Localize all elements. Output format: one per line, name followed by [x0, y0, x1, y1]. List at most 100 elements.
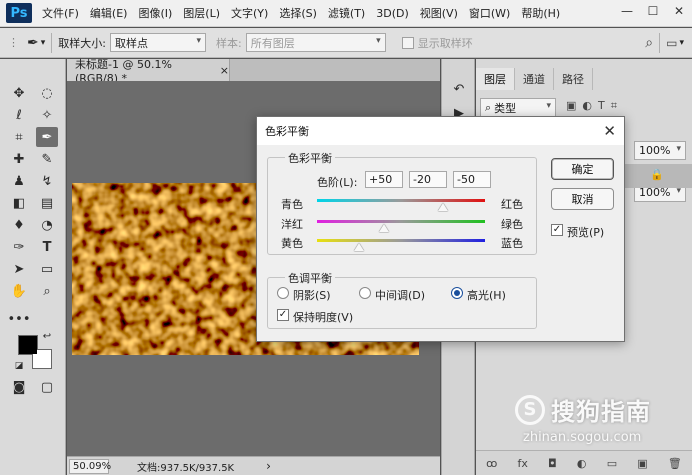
- preview-label[interactable]: 预览(P): [567, 224, 604, 240]
- radio-highlights[interactable]: [451, 287, 463, 299]
- quick-mask-icon[interactable]: ◙: [8, 377, 30, 397]
- sogou-logo-icon: S: [515, 394, 545, 425]
- show-ring-checkbox[interactable]: [401, 36, 414, 49]
- dodge-tool-icon[interactable]: ◔: [36, 215, 58, 235]
- layers-bottom-bar: ꝏ fx ◘ ◐ ▭ ▣ 🗑: [476, 450, 692, 475]
- menu-select[interactable]: 选择(S): [279, 5, 317, 21]
- dialog-titlebar[interactable]: 色彩平衡 ✕: [257, 117, 624, 145]
- layer-kind-filter[interactable]: ⌕ 类型 ▾: [480, 98, 556, 117]
- delete-layer-icon[interactable]: 🗑: [668, 457, 682, 470]
- preview-checkbox[interactable]: ✓: [551, 224, 563, 236]
- chevron-down-icon[interactable]: ▾: [679, 38, 684, 48]
- close-icon[interactable]: ×: [220, 64, 229, 77]
- layer-mask-icon[interactable]: ◘: [548, 457, 557, 470]
- opacity-field[interactable]: 100% ▾: [634, 141, 686, 160]
- cancel-button[interactable]: 取消: [551, 188, 614, 210]
- healing-brush-tool-icon[interactable]: ✚: [8, 149, 30, 169]
- tab-paths[interactable]: 路径: [554, 68, 593, 90]
- gradient-tool-icon[interactable]: ▤: [36, 193, 58, 213]
- zoom-tool-icon[interactable]: ⌕: [36, 281, 58, 301]
- menu-layer[interactable]: 图层(L): [183, 5, 220, 21]
- eyedropper-icon[interactable]: ✒: [27, 35, 39, 51]
- menu-image[interactable]: 图像(I): [138, 5, 172, 21]
- move-tool-icon[interactable]: ✥: [8, 83, 30, 103]
- cyan-red-slider-thumb[interactable]: [438, 203, 448, 211]
- radio-midtones[interactable]: [359, 287, 371, 299]
- path-selection-tool-icon[interactable]: ➤: [8, 259, 30, 279]
- chevron-down-icon[interactable]: ▾: [41, 38, 46, 48]
- history-panel-icon[interactable]: ↶: [448, 79, 470, 99]
- close-icon[interactable]: ✕: [603, 122, 616, 140]
- lasso-tool-icon[interactable]: ℓ: [8, 105, 30, 125]
- menu-file[interactable]: 文件(F): [42, 5, 79, 21]
- menu-help[interactable]: 帮助(H): [521, 5, 560, 21]
- adjustment-layer-icon[interactable]: ◐: [577, 457, 587, 470]
- menu-window[interactable]: 窗口(W): [469, 5, 510, 21]
- tab-channels[interactable]: 通道: [515, 68, 554, 90]
- swap-colors-icon[interactable]: ↩: [40, 329, 54, 343]
- workspace-icon[interactable]: ▭: [666, 36, 677, 50]
- menu-type[interactable]: 文字(Y): [231, 5, 268, 21]
- eraser-tool-icon[interactable]: ◧: [8, 193, 30, 213]
- close-window-button[interactable]: ✕: [666, 0, 692, 22]
- tab-layers[interactable]: 图层: [476, 68, 515, 90]
- magic-wand-tool-icon[interactable]: ✧: [36, 105, 58, 125]
- rectangle-tool-icon[interactable]: ▭: [36, 259, 58, 279]
- color-balance-dialog: 色彩平衡 ✕ 色彩平衡 色阶(L): +50 -20 -50 青色 红色 洋红 …: [256, 116, 625, 342]
- preserve-luminosity-label[interactable]: 保持明度(V): [293, 309, 353, 325]
- new-layer-icon[interactable]: ▣: [637, 457, 647, 470]
- magenta-green-slider-track[interactable]: [317, 220, 485, 223]
- tone-balance-group-title: 色调平衡: [285, 270, 335, 286]
- brush-tool-icon[interactable]: ✎: [36, 149, 58, 169]
- layers-panel-tabs: 图层 通道 路径: [476, 68, 692, 90]
- blur-tool-icon[interactable]: ♦: [8, 215, 30, 235]
- sample-select[interactable]: 所有图层 ▾: [245, 33, 386, 52]
- crop-tool-icon[interactable]: ⌗: [8, 127, 30, 147]
- ok-button[interactable]: 确定: [551, 158, 614, 180]
- hand-tool-icon[interactable]: ✋: [8, 281, 30, 301]
- preserve-luminosity-checkbox[interactable]: ✓: [277, 309, 289, 321]
- slider-magenta-label: 洋红: [281, 218, 303, 231]
- screen-mode-icon[interactable]: ▢: [36, 377, 58, 397]
- more-tools-icon[interactable]: •••: [8, 309, 31, 329]
- menu-view[interactable]: 视图(V): [420, 5, 458, 21]
- dialog-title: 色彩平衡: [265, 125, 309, 138]
- clone-stamp-tool-icon[interactable]: ♟: [8, 171, 30, 191]
- zoom-field[interactable]: 50.09%: [69, 458, 111, 474]
- default-colors-icon[interactable]: ◪: [12, 359, 26, 373]
- sample-size-select[interactable]: 取样点 ▾: [109, 33, 206, 52]
- new-group-icon[interactable]: ▭: [607, 457, 617, 470]
- level-yellow-blue-input[interactable]: -50: [453, 171, 491, 188]
- menu-filter[interactable]: 滤镜(T): [328, 5, 365, 21]
- history-brush-tool-icon[interactable]: ↯: [36, 171, 58, 191]
- sample-size-label: 取样大小:: [58, 36, 106, 50]
- status-menu-arrow[interactable]: ›: [266, 459, 271, 473]
- magenta-green-slider-thumb[interactable]: [379, 224, 390, 232]
- checkmark-icon: ✓: [278, 309, 288, 320]
- minimize-button[interactable]: —: [614, 0, 640, 22]
- yellow-blue-slider-thumb[interactable]: [354, 243, 364, 251]
- layer-style-icon[interactable]: fx: [517, 457, 527, 470]
- menu-edit[interactable]: 编辑(E): [90, 5, 128, 21]
- layer-filter-icons[interactable]: ▣◐T⌗: [566, 99, 623, 113]
- link-layers-icon[interactable]: ꝏ: [486, 457, 497, 470]
- menu-3d[interactable]: 3D(D): [376, 7, 409, 20]
- radio-shadows-label[interactable]: 阴影(S): [293, 287, 331, 303]
- cyan-red-slider-track[interactable]: [317, 199, 485, 202]
- document-tab[interactable]: 未标题-1 @ 50.1%(RGB/8) * ×: [67, 58, 230, 85]
- search-icon[interactable]: ⌕: [645, 35, 653, 51]
- foreground-color-fill: [19, 336, 37, 354]
- yellow-blue-slider-track[interactable]: [317, 239, 485, 242]
- type-tool-icon[interactable]: T: [36, 237, 58, 257]
- radio-shadows[interactable]: [277, 287, 289, 299]
- level-cyan-red-input[interactable]: +50: [365, 171, 403, 188]
- level-magenta-green-input[interactable]: -20: [409, 171, 447, 188]
- eyedropper-tool-icon[interactable]: ✒: [36, 127, 58, 147]
- maximize-button[interactable]: ☐: [640, 0, 666, 22]
- radio-midtones-label[interactable]: 中间调(D): [375, 287, 425, 303]
- ellipse-marquee-tool-icon[interactable]: ◌: [36, 83, 58, 103]
- chevron-down-icon: ▾: [376, 36, 381, 46]
- photoshop-logo: Ps: [6, 3, 32, 23]
- pen-tool-icon[interactable]: ✑: [8, 237, 30, 257]
- radio-highlights-label[interactable]: 高光(H): [467, 287, 506, 303]
